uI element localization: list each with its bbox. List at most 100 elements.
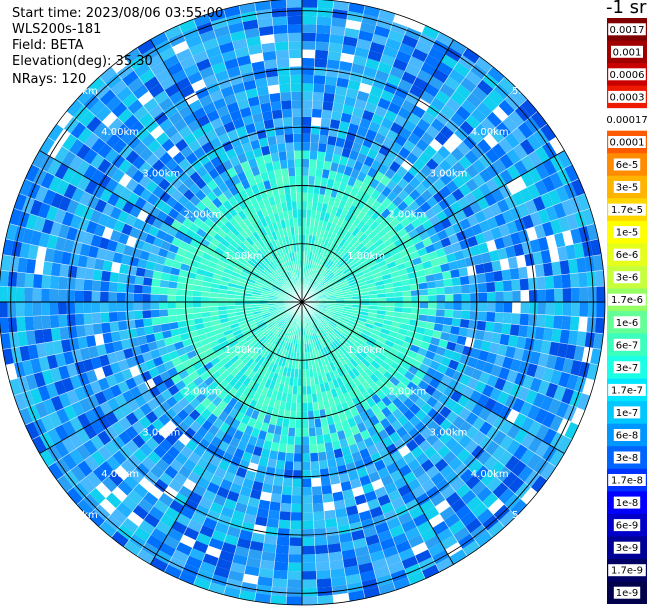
colorbar-tick-label: 1e-7	[616, 408, 639, 419]
range-gate-cell	[142, 285, 152, 295]
range-gate-cell	[468, 319, 478, 330]
range-gate-cell	[84, 324, 95, 337]
range-gate-cell	[57, 289, 67, 302]
range-gate-cell	[319, 126, 330, 136]
range-gate-cell	[49, 302, 59, 316]
range-gate-cell	[41, 274, 51, 289]
range-gate-cell	[209, 302, 218, 307]
range-gate-cell	[289, 528, 302, 538]
colorbar-tick-label: 0.0001	[610, 138, 645, 149]
range-gate-cell	[291, 108, 302, 118]
range-gate-cell	[42, 261, 53, 276]
range-gate-cell	[296, 192, 302, 202]
range-gate-cell	[285, 452, 295, 462]
range-gate-cell	[272, 578, 288, 588]
range-gate-cell	[101, 270, 111, 282]
range-gate-cell	[288, 49, 302, 59]
range-gate-cell	[526, 265, 537, 279]
range-gate-cell	[273, 569, 288, 580]
range-gate-cell	[150, 309, 160, 318]
range-gate-cell	[528, 289, 538, 302]
range-gate-cell	[302, 91, 313, 101]
range-gate-cell	[75, 278, 85, 291]
range-gate-cell	[459, 318, 470, 329]
range-gate-cell	[486, 291, 496, 302]
range-ring-label: 3.00km	[430, 168, 468, 179]
range-gate-cell	[49, 288, 59, 302]
colorbar-tick-label: 0.00017	[607, 115, 647, 126]
range-gate-cell	[536, 276, 546, 290]
range-gate-cell	[175, 308, 185, 316]
range-gate-cell	[271, 586, 287, 597]
range-gate-cell	[175, 302, 185, 309]
range-gate-cell	[289, 57, 302, 67]
range-gate-cell	[281, 108, 293, 118]
range-gate-cell	[325, 67, 339, 78]
range-gate-cell	[125, 310, 135, 321]
range-gate-cell	[74, 302, 84, 314]
range-gate-cell	[569, 273, 580, 288]
range-gate-cell	[484, 271, 495, 283]
range-gate-cell	[292, 470, 302, 479]
range-gate-cell	[288, 419, 296, 429]
range-gate-cell	[7, 271, 18, 287]
range-gate-cell	[273, 24, 288, 35]
start-time-label: Start time: 2023/08/06 03:55:00	[12, 6, 224, 21]
range-gate-cell	[101, 322, 111, 334]
range-gate-cell	[284, 133, 294, 143]
range-gate-cell	[201, 296, 210, 302]
range-gate-cell	[296, 402, 302, 412]
instrument-label: WLS200s-181	[12, 22, 102, 37]
range-gate-cell	[302, 0, 318, 8]
range-gate-cell	[319, 468, 330, 478]
range-ring-label: 5.00km	[60, 510, 98, 521]
range-gate-cell	[0, 270, 9, 287]
range-gate-cell	[534, 263, 545, 278]
range-gate-cell	[427, 308, 437, 317]
range-gate-cell	[511, 279, 521, 291]
range-ring-label: 4.00km	[101, 127, 139, 138]
range-gate-cell	[50, 327, 61, 342]
range-gate-cell	[461, 302, 471, 311]
range-gate-cell	[158, 294, 168, 302]
colorbar-tick-label: 1e-8	[616, 498, 639, 509]
range-gate-cell	[273, 561, 289, 571]
range-gate-cell	[495, 302, 504, 313]
range-gate-cell	[117, 273, 128, 284]
range-gate-cell	[282, 117, 293, 127]
range-gate-cell	[526, 325, 537, 339]
range-gate-cell	[315, 561, 331, 571]
range-ring-label: 2.00km	[388, 210, 426, 221]
range-gate-cell	[428, 295, 437, 302]
range-gate-cell	[292, 116, 302, 126]
range-gate-cell	[42, 328, 53, 343]
range-gate-cell	[310, 133, 320, 143]
range-gate-cell	[274, 126, 285, 136]
range-gate-cell	[320, 117, 331, 128]
range-gate-cell	[536, 314, 546, 328]
range-gate-cell	[302, 57, 315, 67]
range-gate-cell	[528, 313, 538, 327]
range-gate-cell	[302, 444, 310, 454]
range-gate-cell	[302, 419, 309, 429]
range-gate-cell	[561, 273, 571, 289]
range-gate-cell	[302, 579, 317, 589]
range-ring-label: 5.00km	[512, 86, 550, 97]
range-gate-cell	[175, 295, 185, 302]
range-gate-cell	[302, 495, 313, 504]
colorbar-tick-label: 1e-6	[616, 318, 639, 329]
range-gate-cell	[571, 287, 580, 302]
scan-info: Start time: 2023/08/06 03:55:00 WLS200s-…	[12, 6, 223, 88]
range-gate-cell	[302, 436, 310, 446]
range-gate-cell	[133, 302, 143, 311]
colorbar-tick-label: 6e-7	[616, 340, 639, 351]
colorbar: 0.00170.0010.00060.00030.000170.00016e-5…	[607, 18, 647, 604]
range-gate-cell	[270, 493, 282, 503]
range-gate-cell	[293, 453, 302, 462]
range-gate-cell	[100, 291, 109, 302]
range-ring-label: 4.00km	[101, 469, 139, 480]
range-gate-cell	[312, 494, 324, 504]
range-gate-cell	[291, 495, 302, 504]
range-gate-cell	[271, 109, 283, 120]
colorbar-unit-label: -1 sr	[606, 0, 647, 18]
